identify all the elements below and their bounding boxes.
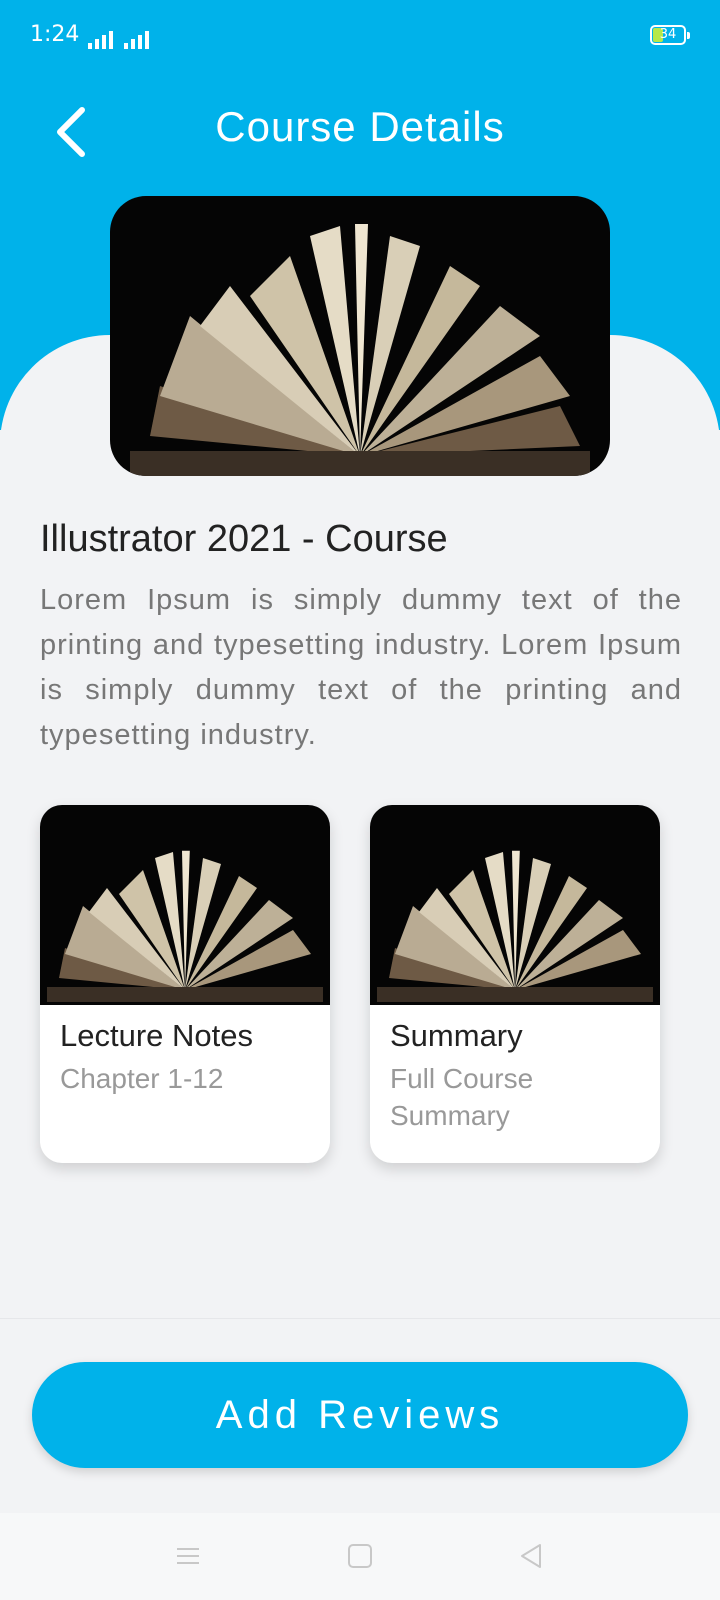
course-title: Illustrator 2021 - Course xyxy=(40,518,448,560)
battery-icon: 34 xyxy=(650,25,690,45)
back-triangle-icon[interactable] xyxy=(514,1541,548,1571)
card-subtitle: Full Course Summary xyxy=(390,1063,534,1131)
card-title: Lecture Notes xyxy=(60,1018,253,1053)
status-time: 1:24 xyxy=(30,22,80,47)
summary-card[interactable]: Summary Full Course Summary xyxy=(370,805,660,1163)
course-description: Lorem Ipsum is simply dummy text of the … xyxy=(40,584,682,751)
system-nav-bar xyxy=(0,1513,720,1600)
menu-icon[interactable] xyxy=(171,1541,205,1571)
status-bar: 1:24 34 xyxy=(0,0,720,70)
course-hero-image xyxy=(110,196,610,476)
card-title: Summary xyxy=(390,1018,523,1053)
signal-icon xyxy=(88,24,116,49)
lecture-notes-card[interactable]: Lecture Notes Chapter 1-12 xyxy=(40,805,330,1163)
card-subtitle: Chapter 1-12 xyxy=(60,1063,224,1094)
add-reviews-button[interactable]: Add Reviews xyxy=(32,1362,688,1468)
page-title: Course Details xyxy=(215,103,505,150)
signal-icon-2 xyxy=(124,24,152,49)
summary-image xyxy=(370,805,660,1005)
home-icon[interactable] xyxy=(343,1541,377,1571)
battery-level: 34 xyxy=(659,27,677,42)
lecture-notes-image xyxy=(40,805,330,1005)
